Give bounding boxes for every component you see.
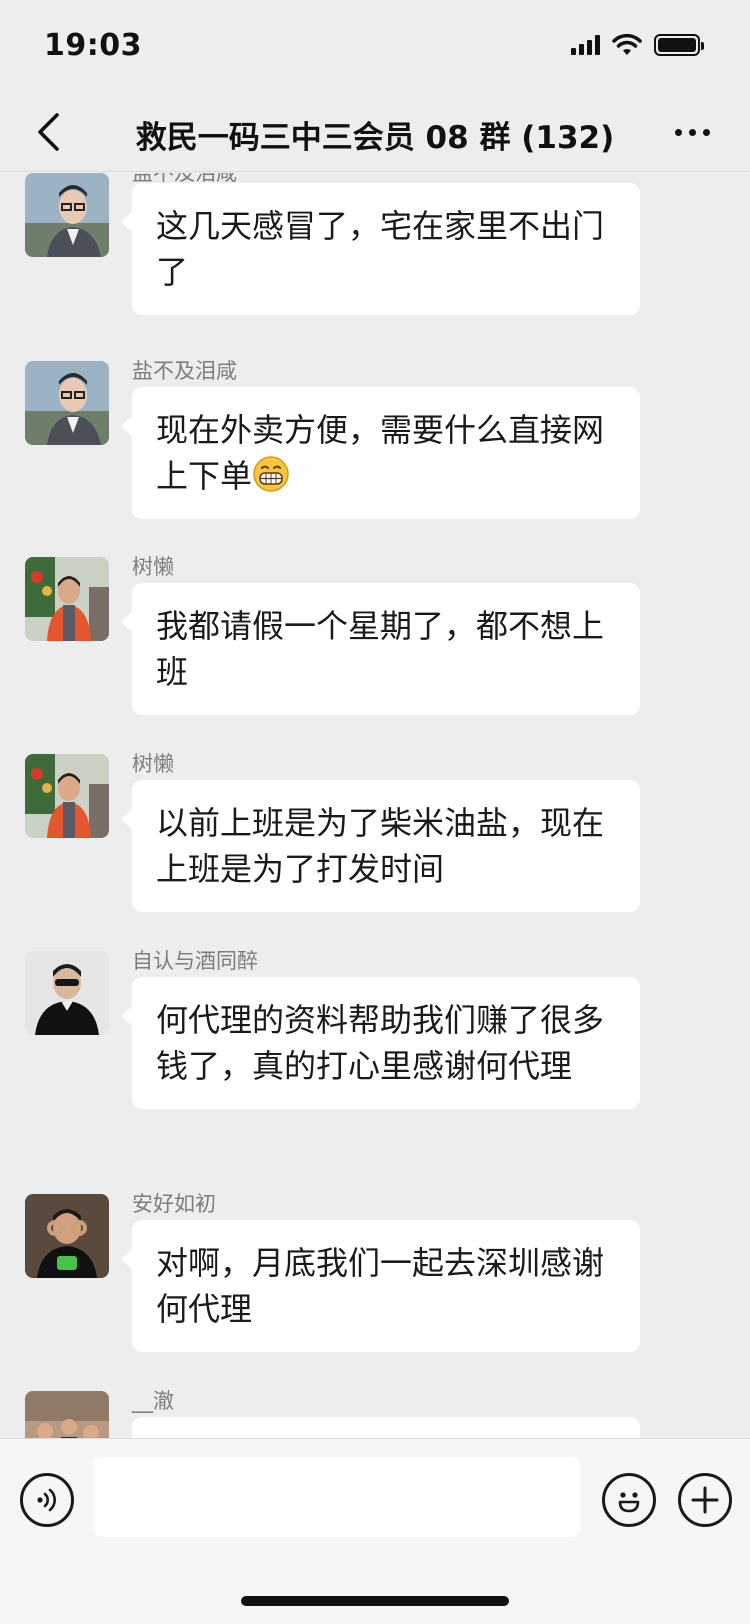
- avatar[interactable]: [25, 1194, 109, 1278]
- woman-orange-jacket-avatar-icon: [25, 557, 109, 641]
- avatar[interactable]: [25, 951, 109, 1035]
- message-bubble[interactable]: 以前上班是为了柴米油盐，现在上班是为了打发时间: [121, 780, 640, 912]
- wifi-icon: [612, 34, 642, 55]
- message-bubble[interactable]: [132, 1417, 640, 1438]
- sender-name: 树懒: [132, 752, 174, 776]
- chat-header: 救民一码三中三会员 08 群 (132): [0, 92, 750, 172]
- chat-title: 救民一码三中三会员 08 群 (132): [135, 120, 615, 156]
- person-black-shirt-avatar-icon: [25, 951, 109, 1035]
- voice-icon: [37, 1488, 56, 1512]
- sender-name: __澈: [132, 1389, 174, 1413]
- avatar[interactable]: [25, 361, 109, 445]
- home-indicator[interactable]: [241, 1596, 509, 1606]
- emoji-button[interactable]: [602, 1473, 656, 1527]
- avatar[interactable]: [25, 1391, 109, 1438]
- voice-input-button[interactable]: [20, 1473, 74, 1527]
- sender-name: 安好如初: [132, 1192, 216, 1216]
- more-options-button[interactable]: [668, 114, 716, 150]
- message-bubble[interactable]: 对啊，月底我们一起去深圳感谢何代理: [121, 1220, 640, 1352]
- chevron-left-icon: [38, 113, 59, 151]
- back-button[interactable]: [24, 108, 72, 156]
- status-bar: 19:03: [0, 0, 750, 92]
- sender-name: 盐不及泪咸: [132, 359, 237, 383]
- status-icons: [571, 34, 704, 56]
- man-glasses-avatar-icon: [25, 361, 109, 445]
- message-bubble[interactable]: 何代理的资料帮助我们赚了很多钱了，真的打心里感谢何代理: [121, 977, 640, 1109]
- sender-name: 树懒: [132, 555, 174, 579]
- message-text: 现在外卖方便，需要什么直接网上下单: [156, 411, 605, 495]
- message-bubble[interactable]: 现在外卖方便，需要什么直接网上下单: [121, 387, 640, 519]
- grinning-face-emoji-icon: [253, 456, 289, 492]
- more-functions-button[interactable]: [678, 1473, 732, 1527]
- avatar[interactable]: [25, 173, 109, 257]
- smiley-icon: [618, 1492, 640, 1513]
- man-glasses-avatar-icon: [25, 173, 109, 257]
- battery-icon: [654, 34, 704, 56]
- message-bubble[interactable]: 我都请假一个星期了，都不想上班: [121, 583, 640, 715]
- more-dot-icon: [702, 128, 710, 136]
- avatar[interactable]: [25, 754, 109, 838]
- plus-icon: [691, 1486, 719, 1514]
- more-dot-icon: [688, 128, 696, 136]
- message-input[interactable]: [94, 1457, 580, 1537]
- person-green-shirt-avatar-icon: [25, 1194, 109, 1278]
- status-time: 19:03: [44, 28, 142, 63]
- woman-orange-jacket-avatar-icon: [25, 754, 109, 838]
- more-dot-icon: [674, 128, 682, 136]
- message-list[interactable]: 盐不及泪咸 这几天感冒了，宅在家里不出门了 盐不及泪咸 现在外卖方便，需要什么直…: [0, 173, 750, 1438]
- cellular-signal-icon: [571, 35, 600, 55]
- sender-name: 自认与酒同醉: [132, 949, 258, 973]
- message-bubble[interactable]: 这几天感冒了，宅在家里不出门了: [121, 183, 640, 315]
- people-outdoor-avatar-icon: [25, 1391, 109, 1438]
- avatar[interactable]: [25, 557, 109, 641]
